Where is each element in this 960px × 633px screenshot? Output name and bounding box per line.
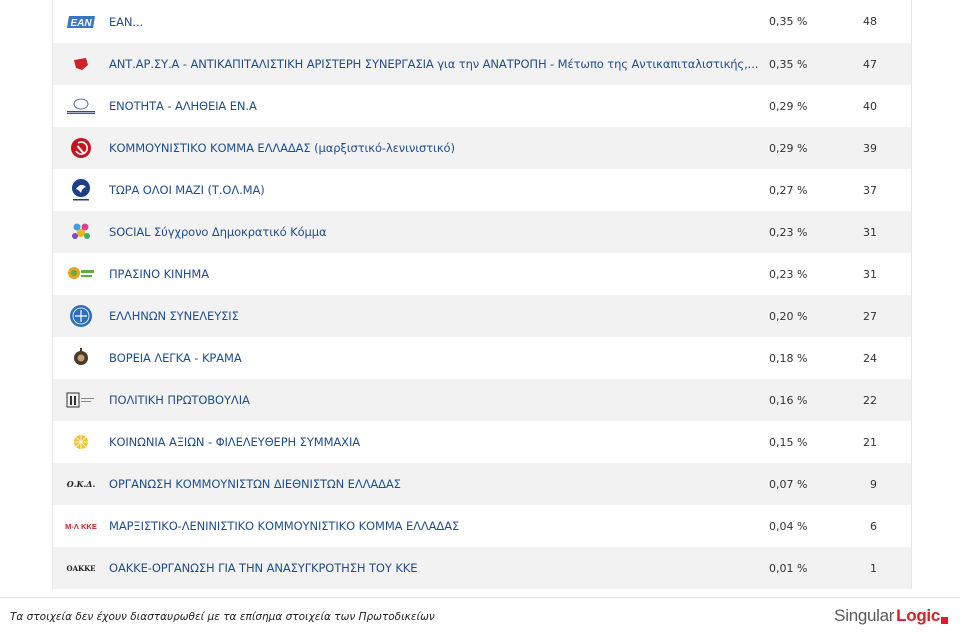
mlkke-logo: Μ-Λ ΚΚΕ bbox=[53, 519, 109, 533]
disclaimer-note: Τα στοιχεία δεν έχουν διασταυρωθεί με τα… bbox=[10, 611, 435, 623]
party-name-link[interactable]: ΤΩΡΑ ΟΛΟΙ ΜΑΖΙ (Τ.ΟΛ.ΜΑ) bbox=[109, 183, 759, 197]
vote-count: 48 bbox=[863, 15, 877, 28]
ean-logo: EAN bbox=[53, 15, 109, 29]
vote-percentage: 0,29 % bbox=[769, 99, 808, 113]
table-row: ΚΟΙΝΩΝΙΑ ΑΞΙΩΝ - ΦΙΛΕΛΕΥΘΕΡΗ ΣΥΜΜΑΧΙΑ 0,… bbox=[53, 421, 911, 463]
prasino-logo bbox=[53, 265, 109, 283]
table-row: ΕΛΛΗΝΩΝ ΣΥΝΕΛΕΥΣΙΣ 0,20 % 27 bbox=[53, 295, 911, 337]
vote-percentage: 0,27 % bbox=[769, 183, 808, 197]
party-name-link[interactable]: ΟΡΓΑΝΩΣΗ ΚΟΜΜΟΥΝΙΣΤΩΝ ΔΙΕΘΝΙΣΤΩΝ ΕΛΛΑΔΑΣ bbox=[109, 477, 759, 491]
vote-count: 31 bbox=[863, 225, 877, 239]
vote-percentage: 0,35 % bbox=[769, 57, 808, 71]
party-name-link[interactable]: ΕΛΛΗΝΩΝ ΣΥΝΕΛΕΥΣΙΣ bbox=[109, 309, 759, 323]
vote-count: 27 bbox=[863, 309, 877, 323]
vote-count: 24 bbox=[863, 351, 877, 365]
vote-count: 31 bbox=[863, 267, 877, 281]
table-row: ΕΝΟΤΗΤΑ - ΑΛΗΘΕΙΑ ΕΝ.Α 0,29 % 40 bbox=[53, 85, 911, 127]
antarsya-logo bbox=[53, 57, 109, 71]
social-logo bbox=[53, 220, 109, 244]
brand-mark-icon bbox=[941, 617, 948, 624]
table-row: ΚΟΜΜΟΥΝΙΣΤΙΚΟ ΚΟΜΜΑ ΕΛΛΑΔΑΣ (μαρξιστικό-… bbox=[53, 127, 911, 169]
brand-name-part-b: Logic bbox=[896, 606, 940, 625]
okd-logo: Ο.Κ.Δ. bbox=[53, 477, 109, 491]
table-row: ΤΩΡΑ ΟΛΟΙ ΜΑΖΙ (Τ.ΟΛ.ΜΑ) 0,27 % 37 bbox=[53, 169, 911, 211]
party-name-link[interactable]: ΠΡΑΣΙΝΟ ΚΙΝΗΜΑ bbox=[109, 267, 759, 281]
vote-count: 9 bbox=[870, 477, 877, 491]
party-name-link[interactable]: ΑΝΤ.ΑΡ.ΣΥ.Α - ΑΝΤΙΚΑΠΙΤΑΛΙΣΤΙΚΗ ΑΡΙΣΤΕΡΗ… bbox=[109, 57, 759, 71]
okd-logo-text: Ο.Κ.Δ. bbox=[67, 479, 96, 489]
ellinon-logo bbox=[53, 304, 109, 328]
table-row: ΠΟΛΙΤΙΚΗ ΠΡΩΤΟΒΟΥΛΙΑ 0,16 % 22 bbox=[53, 379, 911, 421]
party-name-link[interactable]: ΚΟΙΝΩΝΙΑ ΑΞΙΩΝ - ΦΙΛΕΛΕΥΘΕΡΗ ΣΥΜΜΑΧΙΑ bbox=[109, 435, 759, 449]
vote-percentage: 0,04 % bbox=[769, 519, 808, 533]
party-name-link[interactable]: ΚΟΜΜΟΥΝΙΣΤΙΚΟ ΚΟΜΜΑ ΕΛΛΑΔΑΣ (μαρξιστικό-… bbox=[109, 141, 759, 155]
vote-count: 47 bbox=[863, 57, 877, 71]
table-row: Μ-Λ ΚΚΕ ΜΑΡΞΙΣΤΙΚΟ-ΛΕΝΙΝΙΣΤΙΚΟ ΚΟΜΜΟΥΝΙΣ… bbox=[53, 505, 911, 547]
mlkke-logo-text: Μ-Λ ΚΚΕ bbox=[65, 522, 97, 531]
vote-percentage: 0,20 % bbox=[769, 309, 808, 323]
vote-percentage: 0,23 % bbox=[769, 225, 808, 239]
table-row: Ο.Κ.Δ. ΟΡΓΑΝΩΣΗ ΚΟΜΜΟΥΝΙΣΤΩΝ ΔΙΕΘΝΙΣΤΩΝ … bbox=[53, 463, 911, 505]
vote-percentage: 0,07 % bbox=[769, 477, 808, 491]
vote-percentage: 0,18 % bbox=[769, 351, 808, 365]
party-name-link[interactable]: ΒΟΡΕΙΑ ΛΕΓΚΑ - ΚΡΑΜΑ bbox=[109, 351, 759, 365]
vote-count: 39 bbox=[863, 141, 877, 155]
vote-count: 40 bbox=[863, 99, 877, 113]
results-page: EAN ΕΑΝ... 0,35 % 48 ΑΝΤ.ΑΡ.ΣΥ.Α - ΑΝΤΙΚ… bbox=[0, 0, 960, 633]
oakke-logo-text: ΟΑΚΚΕ bbox=[66, 564, 95, 573]
tolma-logo bbox=[53, 178, 109, 202]
vote-count: 22 bbox=[863, 393, 877, 407]
table-row: ΠΡΑΣΙΝΟ ΚΙΝΗΜΑ 0,23 % 31 bbox=[53, 253, 911, 295]
svg-text:EAN: EAN bbox=[70, 18, 92, 29]
protovoulia-logo bbox=[53, 392, 109, 408]
vote-percentage: 0,23 % bbox=[769, 267, 808, 281]
party-name-link[interactable]: ΜΑΡΞΙΣΤΙΚΟ-ΛΕΝΙΝΙΣΤΙΚΟ ΚΟΜΜΟΥΝΙΣΤΙΚΟ ΚΟΜ… bbox=[109, 519, 759, 533]
page-footer: Τα στοιχεία δεν έχουν διασταυρωθεί με τα… bbox=[0, 597, 960, 633]
table-row: EAN ΕΑΝ... 0,35 % 48 bbox=[53, 0, 911, 43]
vote-count: 37 bbox=[863, 183, 877, 197]
table-row: ΑΝΤ.ΑΡ.ΣΥ.Α - ΑΝΤΙΚΑΠΙΤΑΛΙΣΤΙΚΗ ΑΡΙΣΤΕΡΗ… bbox=[53, 43, 911, 85]
vote-percentage: 0,29 % bbox=[769, 141, 808, 155]
ena-logo bbox=[53, 97, 109, 115]
party-name-link[interactable]: ΕΑΝ... bbox=[109, 15, 759, 29]
party-name-link[interactable]: SOCIAL Σύγχρονο Δημοκρατικό Κόμμα bbox=[109, 225, 759, 239]
vote-count: 21 bbox=[863, 435, 877, 449]
vote-percentage: 0,35 % bbox=[769, 15, 808, 28]
kke-ml-logo bbox=[53, 137, 109, 159]
vote-percentage: 0,15 % bbox=[769, 435, 808, 449]
vote-percentage: 0,16 % bbox=[769, 393, 808, 407]
table-row: ΒΟΡΕΙΑ ΛΕΓΚΑ - ΚΡΑΜΑ 0,18 % 24 bbox=[53, 337, 911, 379]
brand-name-part-a: Singular bbox=[834, 606, 895, 625]
table-row: ΟΑΚΚΕ ΟΑΚΚΕ-ΟΡΓΑΝΩΣΗ ΓΙΑ ΤΗΝ ΑΝΑΣΥΓΚΡΟΤΗ… bbox=[53, 547, 911, 589]
vote-count: 1 bbox=[870, 561, 877, 575]
table-row: SOCIAL Σύγχρονο Δημοκρατικό Κόμμα 0,23 %… bbox=[53, 211, 911, 253]
vote-percentage: 0,01 % bbox=[769, 561, 808, 575]
party-name-link[interactable]: ΠΟΛΙΤΙΚΗ ΠΡΩΤΟΒΟΥΛΙΑ bbox=[109, 393, 759, 407]
singularlogic-logo[interactable]: Singular Logic bbox=[834, 606, 948, 626]
vote-count: 6 bbox=[870, 519, 877, 533]
results-table: EAN ΕΑΝ... 0,35 % 48 ΑΝΤ.ΑΡ.ΣΥ.Α - ΑΝΤΙΚ… bbox=[52, 0, 912, 589]
koinonia-logo bbox=[53, 433, 109, 451]
oakke-logo: ΟΑΚΚΕ bbox=[53, 561, 109, 575]
krama-logo bbox=[53, 347, 109, 369]
party-name-link[interactable]: ΟΑΚΚΕ-ΟΡΓΑΝΩΣΗ ΓΙΑ ΤΗΝ ΑΝΑΣΥΓΚΡΟΤΗΣΗ ΤΟΥ… bbox=[109, 561, 759, 575]
party-name-link[interactable]: ΕΝΟΤΗΤΑ - ΑΛΗΘΕΙΑ ΕΝ.Α bbox=[109, 99, 759, 113]
